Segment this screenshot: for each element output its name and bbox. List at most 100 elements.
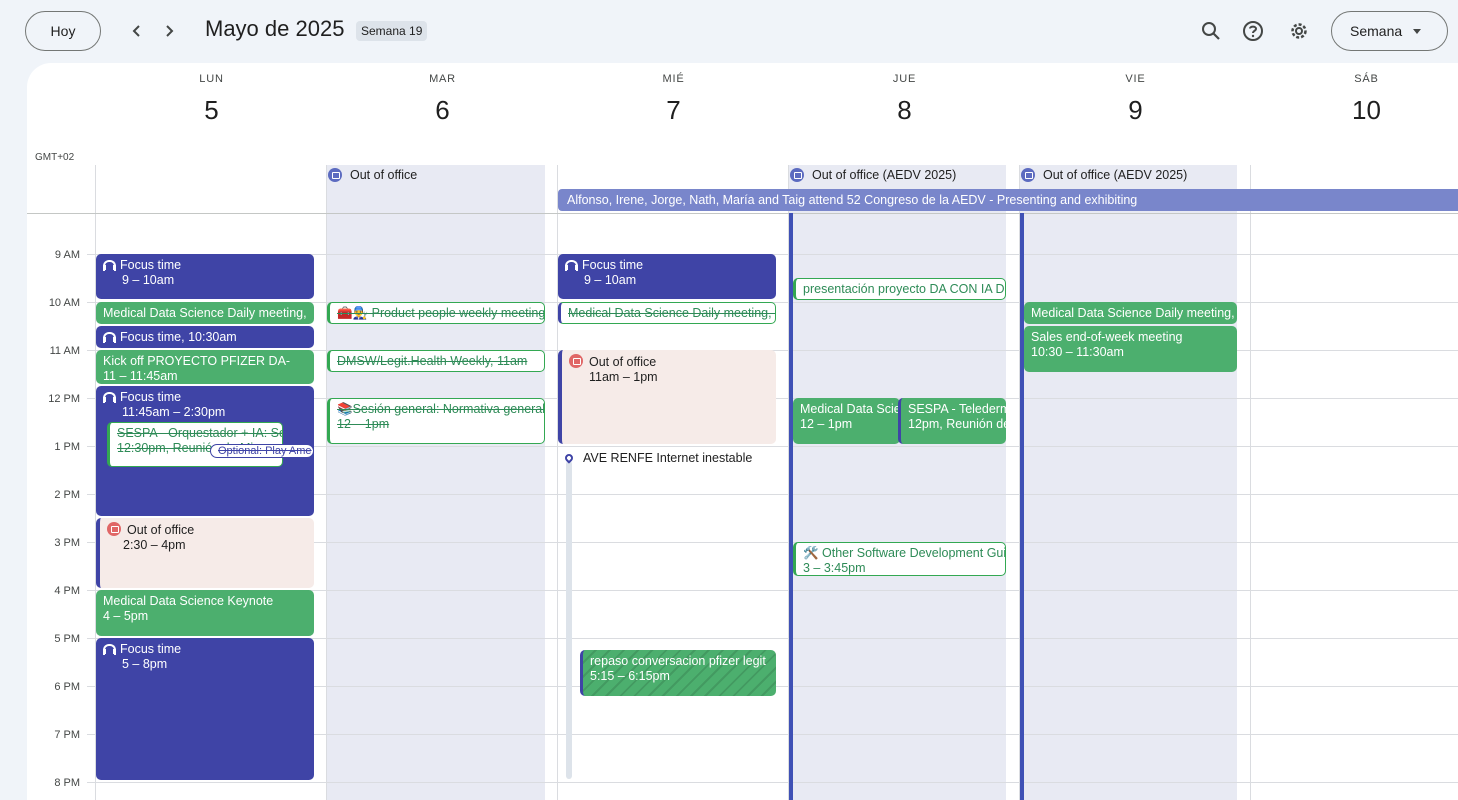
event-other-software-dev[interactable]: 🛠️ Other Software Development Gui 3 – 3:… (793, 542, 1006, 576)
caret-down-icon (1413, 29, 1421, 34)
event-title: Focus time (103, 258, 314, 273)
event-mds-daily[interactable]: Medical Data Science Daily meeting, (1024, 302, 1237, 324)
event-focus-time[interactable]: Focus time 5 – 8pm (96, 638, 314, 780)
event-title-text: Focus time (120, 642, 182, 656)
event-title: Medical Data Science Daily meeting, (103, 306, 307, 320)
allday-ooo-jue[interactable]: Out of office (AEDV 2025) (790, 164, 956, 186)
chevron-left-icon[interactable] (123, 17, 151, 45)
event-focus-time[interactable]: Focus time 9 – 10am (558, 254, 776, 299)
search-icon[interactable] (1196, 16, 1226, 46)
ooo-shade-vie (1019, 165, 1237, 800)
view-selector-label: Semana (1350, 23, 1403, 39)
event-title: AVE RENFE Internet inestable (565, 451, 777, 466)
ooo-band-jue (789, 213, 793, 800)
day-header-jue[interactable]: JUE 8 (789, 73, 1020, 126)
event-time: 11:45am – 2:30pm (122, 405, 226, 419)
event-sesion-general[interactable]: 📚Sesión general: Normativa general 12 – … (327, 398, 545, 444)
event-title: Kick off PROYECTO PFIZER DA- (103, 354, 291, 368)
event-time: 9 – 10am (122, 273, 175, 287)
location-pin-icon (565, 452, 575, 464)
event-repaso-pfizer[interactable]: repaso conversacion pfizer legit 5:15 – … (580, 650, 776, 696)
event-title: 🧰👨‍🔧 Product people weekly meeting, (337, 306, 544, 320)
event-title: Out of office (569, 354, 776, 370)
day-header-vie[interactable]: VIE 9 (1020, 73, 1251, 126)
event-title: Medical Data Scie (800, 402, 900, 416)
allday-title: Out of office (AEDV 2025) (812, 168, 957, 182)
day-number[interactable]: 10 (1251, 95, 1458, 126)
event-dmsw-weekly[interactable]: DMSW/Legit.Health Weekly, 11am (327, 350, 545, 372)
grid-line (326, 165, 327, 800)
event-sales-end-of-week[interactable]: Sales end-of-week meeting 10:30 – 11:30a… (1024, 326, 1237, 372)
event-title-text: Focus time (120, 258, 182, 272)
event-title: Focus time, 10:30am (103, 330, 314, 345)
week-badge: Semana 19 (356, 21, 428, 41)
hour-label: 8 PM (54, 777, 80, 789)
month-title: Mayo de 2025 (205, 16, 345, 41)
event-title-text: Focus time (582, 258, 644, 272)
ooo-shade-jue (788, 165, 1006, 800)
day-number[interactable]: 5 (96, 95, 327, 126)
allday-ooo-mar[interactable]: Out of office (328, 164, 417, 186)
event-time: 10:30 – 11:30am (1031, 345, 1124, 359)
hour-label: 7 PM (54, 729, 80, 741)
out-of-office-icon (1021, 168, 1035, 182)
event-title-text: Out of office (127, 523, 195, 537)
day-number[interactable]: 8 (789, 95, 1020, 126)
view-selector[interactable]: Semana (1331, 11, 1448, 51)
event-title: 🛠️ Other Software Development Gui (803, 546, 1005, 560)
day-number[interactable]: 6 (327, 95, 558, 126)
event-product-weekly[interactable]: 🧰👨‍🔧 Product people weekly meeting, (327, 302, 545, 324)
event-sespa-telederm[interactable]: SESPA - Telederm 12pm, Reunión de (898, 398, 1006, 444)
chevron-right-icon[interactable] (155, 17, 183, 45)
day-number[interactable]: 7 (558, 95, 789, 126)
out-of-office-icon (569, 354, 583, 368)
event-time: 2:30 – 4pm (123, 538, 186, 552)
event-out-of-office[interactable]: Out of office 11am – 1pm (558, 350, 776, 444)
event-title: Focus time (103, 642, 314, 657)
event-mds-daily[interactable]: Medical Data Science Daily meeting, (96, 302, 314, 324)
event-optional-play[interactable]: Optional: Play Ame (210, 444, 314, 458)
event-focus-time[interactable]: Focus time 9 – 10am (96, 254, 314, 299)
event-ave-renfe[interactable]: AVE RENFE Internet inestable (563, 449, 777, 469)
out-of-office-icon (328, 168, 342, 182)
timezone-label: GMT+02 (35, 152, 75, 163)
event-focus-time[interactable]: Focus time, 10:30am (96, 326, 314, 348)
event-mds-keynote[interactable]: Medical Data Science Keynote 4 – 5pm (96, 590, 314, 636)
top-bar: Hoy Mayo de 2025 Semana 19 Semana (0, 0, 1458, 62)
event-time: 9 – 10am (584, 273, 637, 287)
event-title: Sales end-of-week meeting (1031, 330, 1183, 344)
hour-label: 5 PM (54, 633, 80, 645)
headphones-icon (103, 260, 116, 271)
day-header-mar[interactable]: MAR 6 (327, 73, 558, 126)
event-time: 11am – 1pm (589, 370, 658, 384)
hour-label: 1 PM (54, 441, 80, 453)
day-of-week: SÁB (1354, 73, 1379, 85)
event-mds-daily[interactable]: Medical Data Science Daily meeting, 1 (558, 302, 776, 324)
event-time: 3 – 3:45pm (803, 561, 866, 575)
headphones-icon (103, 332, 116, 343)
event-mds[interactable]: Medical Data Scie 12 – 1pm (793, 398, 900, 444)
help-icon[interactable] (1238, 16, 1268, 46)
event-title-text: Focus time (120, 390, 182, 404)
event-out-of-office[interactable]: Out of office 2:30 – 4pm (96, 518, 314, 588)
event-title-text: Focus time, 10:30am (120, 330, 237, 344)
today-button[interactable]: Hoy (25, 11, 101, 51)
event-presentacion-proyecto[interactable]: presentación proyecto DA CON IA DE (793, 278, 1006, 300)
hour-label: 4 PM (54, 585, 80, 597)
allday-ooo-vie[interactable]: Out of office (AEDV 2025) (1021, 164, 1187, 186)
event-time: 11 – 11:45am (103, 369, 178, 383)
day-of-week: MAR (429, 73, 456, 85)
ooo-shade-mar (326, 165, 545, 800)
event-title: repaso conversacion pfizer legit (590, 654, 766, 668)
day-number[interactable]: 9 (1020, 95, 1251, 126)
grid-line (87, 782, 1458, 783)
allday-congress-event[interactable]: Alfonso, Irene, Jorge, Nath, María and T… (558, 189, 1458, 211)
day-header-lun[interactable]: LUN 5 (96, 73, 327, 126)
day-header-mie[interactable]: MIÉ 7 (558, 73, 789, 126)
gear-icon[interactable] (1284, 16, 1314, 46)
hour-label: 12 PM (48, 393, 80, 405)
day-header-sab[interactable]: SÁB 10 (1251, 73, 1458, 126)
event-kickoff-pfizer[interactable]: Kick off PROYECTO PFIZER DA- 11 – 11:45a… (96, 350, 314, 384)
allday-title: Out of office (AEDV 2025) (1043, 168, 1188, 182)
event-time: 5:15 – 6:15pm (590, 669, 670, 683)
